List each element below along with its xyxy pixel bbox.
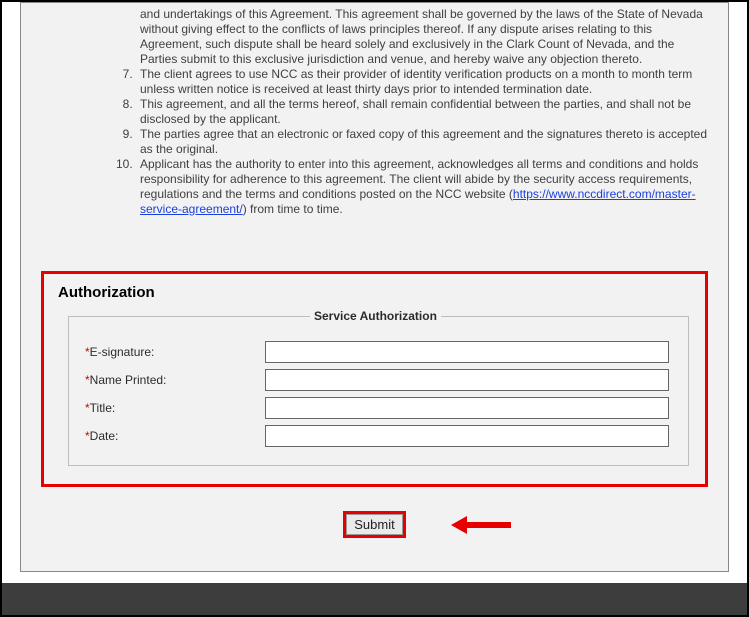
terms-item-10: Applicant has the authority to enter int…: [136, 157, 708, 217]
row-date: *Date:: [85, 425, 672, 447]
submit-row: Submit: [41, 511, 708, 538]
content-panel: and undertakings of this Agreement. This…: [20, 2, 729, 572]
row-name-printed: *Name Printed:: [85, 369, 672, 391]
service-authorization-legend: Service Authorization: [310, 309, 441, 323]
authorization-heading: Authorization: [58, 284, 693, 301]
row-esignature: *E-signature:: [85, 341, 672, 363]
authorization-highlight: Authorization Service Authorization *E-s…: [41, 271, 708, 487]
label-date: *Date:: [85, 429, 265, 443]
footer-bar: [2, 583, 747, 615]
input-date[interactable]: [265, 425, 669, 447]
terms-item-10-b: ) from time to time.: [243, 202, 343, 216]
row-title: *Title:: [85, 397, 672, 419]
terms-item-8: This agreement, and all the terms hereof…: [136, 97, 708, 127]
label-name-printed: *Name Printed:: [85, 373, 265, 387]
input-name-printed[interactable]: [265, 369, 669, 391]
terms-item-9: The parties agree that an electronic or …: [136, 127, 708, 157]
input-esignature[interactable]: [265, 341, 669, 363]
input-title[interactable]: [265, 397, 669, 419]
arrow-icon: [451, 514, 511, 536]
submit-button[interactable]: Submit: [343, 511, 405, 538]
terms-item-7: The client agrees to use NCC as their pr…: [136, 67, 708, 97]
service-authorization-fieldset: Service Authorization *E-signature: *Nam…: [68, 309, 689, 466]
label-esignature: *E-signature:: [85, 345, 265, 359]
terms-tail-6: and undertakings of this Agreement. This…: [140, 7, 708, 67]
label-title: *Title:: [85, 401, 265, 415]
terms-list: The client agrees to use NCC as their pr…: [136, 67, 708, 217]
